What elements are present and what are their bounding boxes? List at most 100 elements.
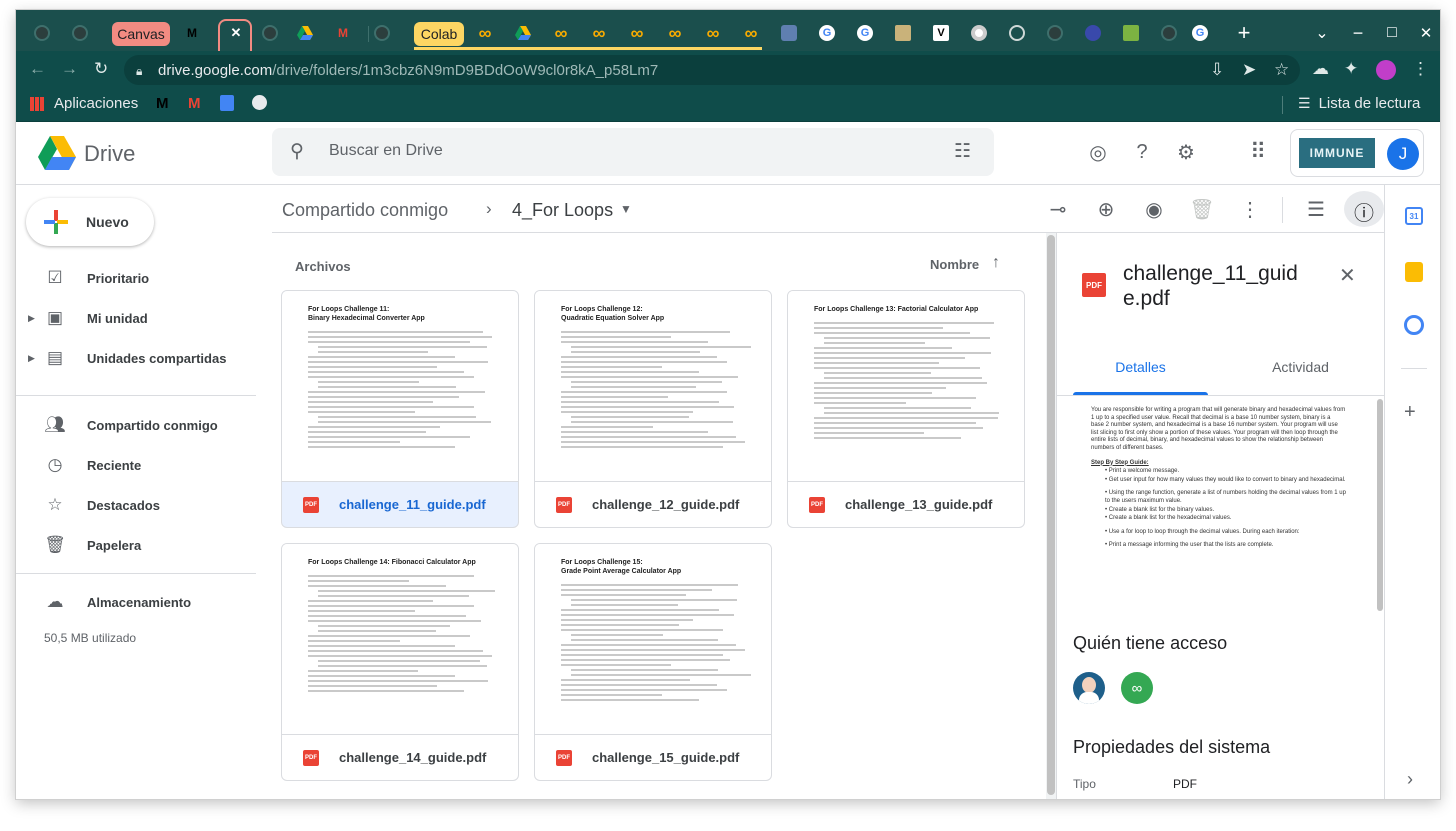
tab-details[interactable]: Detalles <box>1073 359 1208 375</box>
keep-icon[interactable] <box>1405 262 1423 282</box>
close-window-button[interactable]: ✕ <box>1412 22 1440 44</box>
tab-github-4[interactable] <box>368 22 396 44</box>
scrollbar[interactable] <box>1046 233 1056 799</box>
info-button[interactable]: ⓘ <box>1344 191 1384 227</box>
breadcrumb-current[interactable]: 4_For Loops <box>512 200 613 221</box>
tab-google-2[interactable]: G <box>851 22 879 44</box>
tab-colab-4[interactable]: ∞ <box>623 22 651 44</box>
folder-dropdown-icon[interactable]: ▼ <box>620 202 632 216</box>
tab-github-6[interactable] <box>1041 22 1069 44</box>
reload-icon[interactable]: ↻ <box>94 59 108 79</box>
profile-avatar[interactable] <box>1376 60 1396 80</box>
tab-github-3[interactable] <box>256 22 284 44</box>
tab-drive[interactable] <box>291 22 319 44</box>
file-card[interactable]: For Loops Challenge 11: Binary Hexadecima… <box>281 290 519 528</box>
file-card[interactable]: For Loops Challenge 12: Quadratic Equatio… <box>534 290 772 528</box>
expand-arrow-icon[interactable]: ▶ <box>28 313 35 324</box>
tab-colab-3[interactable]: ∞ <box>585 22 613 44</box>
preview-scrollbar[interactable] <box>1377 399 1383 611</box>
minimize-button[interactable]: − <box>1344 22 1372 44</box>
bookmark-star-icon[interactable]: ☆ <box>1274 60 1289 80</box>
file-card[interactable]: For Loops Challenge 14: Fibonacci Calcul… <box>281 543 519 781</box>
account-switcher[interactable]: IMMUNE J <box>1290 129 1424 177</box>
install-icon[interactable]: ⇩ <box>1210 60 1224 80</box>
tab-gmail[interactable]: M <box>178 22 206 44</box>
send-icon[interactable]: ➤ <box>1242 60 1256 80</box>
search-input[interactable]: Buscar en Drive <box>329 142 443 160</box>
expand-arrow-icon[interactable]: ▶ <box>28 353 35 364</box>
tab-google-1[interactable]: G <box>813 22 841 44</box>
sidebar-item-storage[interactable]: ☁ Almacenamiento <box>16 584 272 620</box>
browser-menu-icon[interactable]: ⋮ <box>1412 59 1429 79</box>
tab-gmail-2[interactable]: M <box>329 22 357 44</box>
tab-colab-6[interactable]: ∞ <box>699 22 727 44</box>
bookmark-web[interactable] <box>252 95 267 110</box>
tab-colab-7[interactable]: ∞ <box>737 22 765 44</box>
bookmark-gmail-dark[interactable]: M <box>156 95 169 112</box>
more-actions-icon[interactable]: ⋮ <box>1236 195 1264 223</box>
tab-github[interactable] <box>28 22 56 44</box>
tab-drive-2[interactable] <box>509 22 537 44</box>
tasks-icon[interactable] <box>1404 315 1424 335</box>
google-apps-icon[interactable]: ⠿ <box>1244 138 1272 166</box>
tab-folder[interactable] <box>889 22 917 44</box>
search-box[interactable]: ⚲ Buscar en Drive ☷ <box>272 128 994 176</box>
tab-github-7[interactable] <box>1155 22 1183 44</box>
tab-github-5[interactable] <box>1003 22 1031 44</box>
account-avatar[interactable]: J <box>1387 138 1419 170</box>
new-tab-button[interactable]: + <box>1230 20 1258 45</box>
file-card[interactable]: For Loops Challenge 15: Grade Point Avera… <box>534 543 772 781</box>
sidebar-item-shared-with-me[interactable]: 👥︎ Compartido conmigo <box>16 407 272 443</box>
add-person-icon[interactable]: ⊕ <box>1092 195 1120 223</box>
sidebar-item-shared-drives[interactable]: ▶ ▤ Unidades compartidas <box>16 340 272 376</box>
back-icon[interactable]: ← <box>29 59 46 79</box>
link-access-icon[interactable]: ∞ <box>1121 672 1153 704</box>
sidebar-item-starred[interactable]: ☆ Destacados <box>16 487 272 523</box>
tab-green[interactable] <box>1117 22 1145 44</box>
sidebar-item-trash[interactable]: 🗑︎ Papelera <box>16 527 272 563</box>
search-icon[interactable]: ⚲ <box>290 140 304 163</box>
tab-colab-2[interactable]: ∞ <box>547 22 575 44</box>
offline-ready-icon[interactable]: ◎ <box>1084 138 1112 166</box>
settings-gear-icon[interactable]: ⚙ <box>1172 138 1200 166</box>
sidebar-item-priority[interactable]: ☑ Prioritario <box>16 260 272 296</box>
address-bar[interactable]: 🔒︎ drive.google.com/drive/folders/1m3cbz… <box>124 55 1300 85</box>
file-card[interactable]: For Loops Challenge 13: Factorial Calcul… <box>787 290 1025 528</box>
forward-icon[interactable]: → <box>61 59 78 79</box>
sidebar-item-recent[interactable]: ◷ Reciente <box>16 447 272 483</box>
link-icon[interactable]: ⊸ <box>1044 195 1072 223</box>
bookmark-docs[interactable] <box>220 95 234 111</box>
new-button[interactable]: Nuevo <box>26 198 154 246</box>
extensions-icon[interactable]: ✦ <box>1344 59 1358 79</box>
search-options-icon[interactable]: ☷ <box>954 140 971 163</box>
preview-eye-icon[interactable]: ◉ <box>1140 195 1168 223</box>
expand-panel-icon[interactable]: › <box>1407 769 1413 790</box>
tab-blue[interactable] <box>1079 22 1107 44</box>
calendar-icon[interactable]: 31 <box>1405 207 1423 225</box>
tab-github-2[interactable] <box>66 22 94 44</box>
reading-list[interactable]: ☰ Lista de lectura <box>1298 95 1420 112</box>
add-addon-icon[interactable]: + <box>1404 401 1416 424</box>
help-icon[interactable]: ? <box>1128 138 1156 166</box>
maximize-button[interactable]: □ <box>1378 22 1406 44</box>
tab-group-canvas[interactable]: Canvas <box>112 22 170 46</box>
tab-v[interactable]: V <box>927 22 955 44</box>
tab-google-3[interactable]: G <box>1186 22 1214 44</box>
owner-avatar[interactable] <box>1073 672 1105 704</box>
tab-colab-1[interactable]: ∞ <box>471 22 499 44</box>
sort-direction-icon[interactable]: ↑ <box>992 254 1000 272</box>
bookmark-apps[interactable]: Aplicaciones <box>30 95 138 112</box>
tab-activity[interactable]: Actividad <box>1233 359 1368 375</box>
sidebar-item-my-drive[interactable]: ▶ ▣ Mi unidad <box>16 300 272 336</box>
sort-button[interactable]: Nombre <box>930 257 979 272</box>
cloud-extension-icon[interactable]: ☁ <box>1312 59 1329 79</box>
bookmark-gmail[interactable]: M <box>188 95 201 112</box>
scrollbar-thumb[interactable] <box>1047 235 1055 795</box>
drive-logo[interactable] <box>38 136 76 175</box>
list-view-icon[interactable]: ☰ <box>1302 195 1330 223</box>
tab-group-colab[interactable]: Colab <box>414 22 464 46</box>
close-details-icon[interactable]: ✕ <box>1339 263 1356 288</box>
tab-colab-5[interactable]: ∞ <box>661 22 689 44</box>
tab-chrome[interactable] <box>965 22 993 44</box>
tab-star[interactable] <box>775 22 803 44</box>
